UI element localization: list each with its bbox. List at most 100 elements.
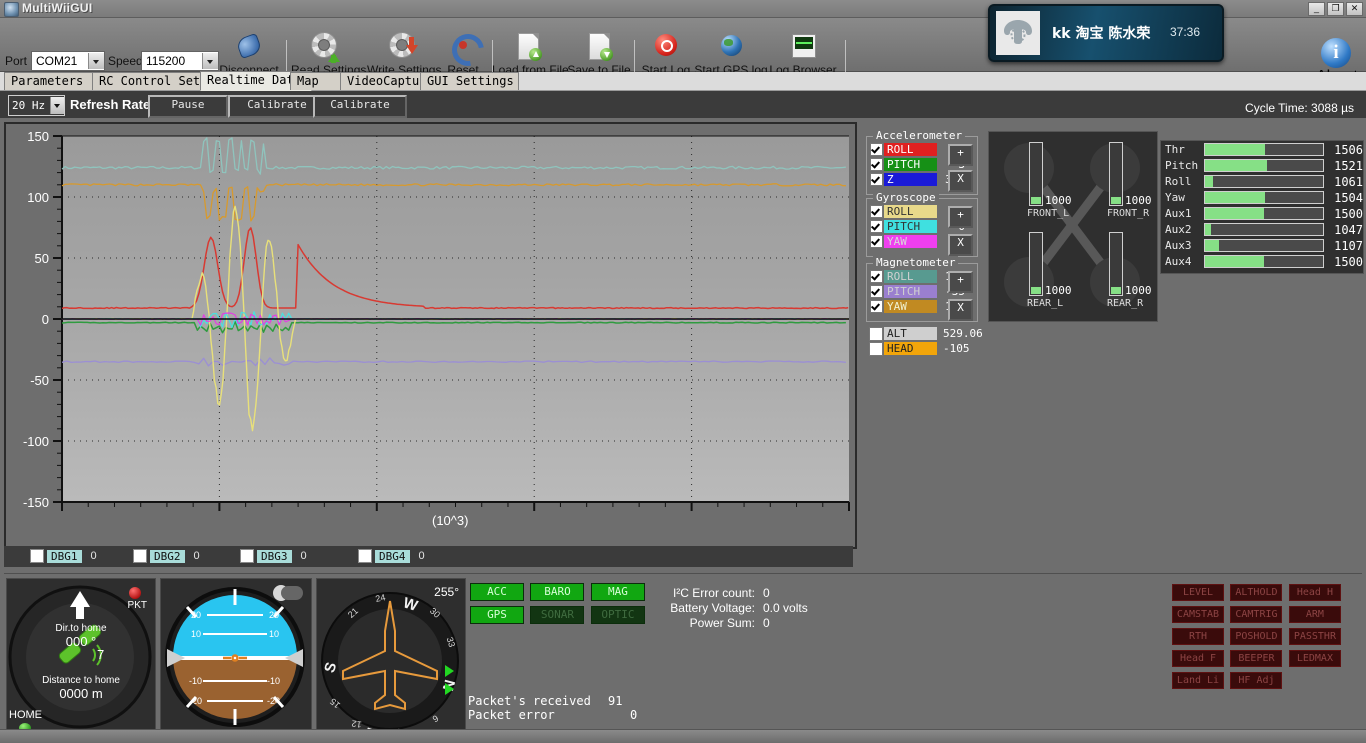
- realtime-graph-panel: 150100500-50-100-150: [4, 122, 857, 549]
- dbg3-checkbox[interactable]: [240, 549, 254, 563]
- acc-plus-button[interactable]: +: [948, 144, 973, 166]
- speed-select[interactable]: 115200: [141, 51, 219, 71]
- distance-to-home-value: 0000 m: [7, 686, 155, 701]
- motor-label-rear-l: REAR_L: [1027, 298, 1063, 309]
- mode-rth[interactable]: RTH: [1172, 628, 1224, 645]
- gyro-x-button[interactable]: X: [948, 234, 973, 256]
- mode-head-f[interactable]: Head F: [1172, 650, 1224, 667]
- mode-level[interactable]: LEVEL: [1172, 584, 1224, 601]
- mode-camstab[interactable]: CAMSTAB: [1172, 606, 1224, 623]
- mag-roll-checkbox[interactable]: [870, 270, 883, 283]
- gyro-plus-button[interactable]: +: [948, 206, 973, 228]
- gyro-pitch-checkbox[interactable]: [870, 220, 883, 233]
- acc-z-checkbox[interactable]: [870, 173, 883, 186]
- tab-parameters[interactable]: Parameters: [4, 72, 102, 90]
- refresh-rate-select[interactable]: 20 Hz: [8, 95, 65, 116]
- start-log-button[interactable]: Start Log: [638, 32, 694, 77]
- rc-bar-aux2: [1204, 223, 1324, 236]
- acc-x-button[interactable]: X: [948, 170, 973, 192]
- home-label: HOME: [9, 709, 42, 721]
- alt-checkbox[interactable]: [869, 327, 883, 341]
- acc-pitch-label: PITCH: [884, 158, 937, 171]
- svg-text:0: 0: [42, 312, 49, 327]
- mode-poshold[interactable]: POSHOLD: [1230, 628, 1282, 645]
- mode-beeper[interactable]: BEEPER: [1230, 650, 1282, 667]
- acc-roll-checkbox[interactable]: [870, 143, 883, 156]
- taskbar: [0, 729, 1366, 743]
- alt-row[interactable]: ALT 529.06: [869, 326, 993, 341]
- tab-gui-settings[interactable]: GUI Settings: [420, 72, 519, 90]
- tab-bar: Parameters RC Control Settings Realtime …: [0, 72, 1366, 91]
- call-overlay[interactable]: kk 淘宝 陈水荣 37:36: [988, 4, 1224, 62]
- chevron-down-icon[interactable]: [202, 53, 218, 69]
- mag-plus-button[interactable]: +: [948, 271, 973, 293]
- rc-row-aux2: Aux2 1047: [1161, 222, 1363, 237]
- chevron-down-icon[interactable]: [88, 53, 104, 69]
- log-browser-button[interactable]: Log Browser: [768, 32, 838, 77]
- write-settings-button[interactable]: Write Settings: [367, 32, 439, 77]
- rc-row-yaw: Yaw 1504: [1161, 190, 1363, 205]
- mode-camtrig[interactable]: CAMTRIG: [1230, 606, 1282, 623]
- motor-label-front-l: FRONT_L: [1027, 208, 1069, 219]
- save-to-file-button[interactable]: Save to File: [566, 32, 632, 77]
- accelerometer-title: Accelerometer: [873, 129, 965, 142]
- dbg2-label: DBG2: [150, 550, 185, 563]
- mode-land-li[interactable]: Land Li: [1172, 672, 1224, 689]
- calibrate-mag-button[interactable]: Calibrate: [313, 95, 407, 118]
- power-sum-label: Power Sum:: [645, 616, 755, 631]
- close-button[interactable]: ✕: [1346, 2, 1363, 16]
- satellite-count: 7: [97, 647, 104, 662]
- debug-item-4[interactable]: DBG4 0: [358, 549, 425, 563]
- mag-yaw-checkbox[interactable]: [870, 300, 883, 313]
- pause-button[interactable]: Pause: [148, 95, 228, 118]
- rc-value-aux3: 1107: [1328, 239, 1363, 253]
- debug-item-1[interactable]: DBG1 0: [30, 549, 97, 563]
- rc-channels-panel: Thr 1506 Pitch 1521 Roll 1061 Yaw 1504 A…: [1160, 140, 1364, 274]
- gear-down-icon: [387, 32, 419, 62]
- dbg1-checkbox[interactable]: [30, 549, 44, 563]
- reset-button[interactable]: Reset: [443, 32, 483, 77]
- gyro-roll-checkbox[interactable]: [870, 205, 883, 218]
- mode-arm[interactable]: ARM: [1289, 606, 1341, 623]
- rc-bar-pitch: [1204, 159, 1324, 172]
- status-block: I²C Error count:0 Battery Voltage:0.0 vo…: [645, 586, 808, 631]
- rc-label-yaw: Yaw: [1161, 191, 1204, 204]
- app-icon: [4, 2, 19, 17]
- load-from-file-button[interactable]: Load from File: [492, 32, 564, 77]
- gyro-yaw-checkbox[interactable]: [870, 235, 883, 248]
- gear-up-icon: [309, 32, 341, 62]
- rc-value-yaw: 1504: [1328, 191, 1363, 205]
- dbg4-checkbox[interactable]: [358, 549, 372, 563]
- pkt-label: PKT: [128, 600, 147, 611]
- flight-modes-panel: LEVEL ALTHOLD Head H CAMSTAB CAMTRIG ARM…: [1172, 582, 1362, 692]
- debug-item-2[interactable]: DBG2 0: [133, 549, 200, 563]
- port-select[interactable]: COM21: [31, 51, 105, 71]
- motor-value-front-l: 1000: [1045, 194, 1072, 207]
- mode-althold[interactable]: ALTHOLD: [1230, 584, 1282, 601]
- mode-head-h[interactable]: Head H: [1289, 584, 1341, 601]
- acc-pitch-checkbox[interactable]: [870, 158, 883, 171]
- head-value: -105: [939, 342, 993, 355]
- start-gps-log-button[interactable]: Start GPS log: [694, 32, 768, 77]
- rc-row-roll: Roll 1061: [1161, 174, 1363, 189]
- dbg2-checkbox[interactable]: [133, 549, 147, 563]
- motor-label-front-r: FRONT_R: [1107, 208, 1149, 219]
- mode-passthr[interactable]: PASSTHR: [1289, 628, 1341, 645]
- head-row[interactable]: HEAD -105: [869, 341, 993, 356]
- head-checkbox[interactable]: [869, 342, 883, 356]
- distance-to-home-label: Distance to home: [7, 675, 155, 686]
- svg-text:10: 10: [269, 629, 279, 639]
- mode-ledmax[interactable]: LEDMAX: [1289, 650, 1341, 667]
- debug-item-3[interactable]: DBG3 0: [240, 549, 307, 563]
- rc-label-aux4: Aux4: [1161, 255, 1204, 268]
- mag-pitch-checkbox[interactable]: [870, 285, 883, 298]
- calibrate-acc-button[interactable]: Calibrate: [228, 95, 326, 118]
- minimize-button[interactable]: _: [1308, 2, 1325, 16]
- motor-bar-rear-l: [1029, 232, 1043, 296]
- maximize-button[interactable]: ❐: [1327, 2, 1344, 16]
- mode-hf-adj[interactable]: HF Adj: [1230, 672, 1282, 689]
- mag-x-button[interactable]: X: [948, 299, 973, 321]
- dir-to-home-value: 000 °: [7, 634, 155, 649]
- motor-value-rear-r: 1000: [1125, 284, 1152, 297]
- chevron-down-icon[interactable]: [50, 97, 64, 114]
